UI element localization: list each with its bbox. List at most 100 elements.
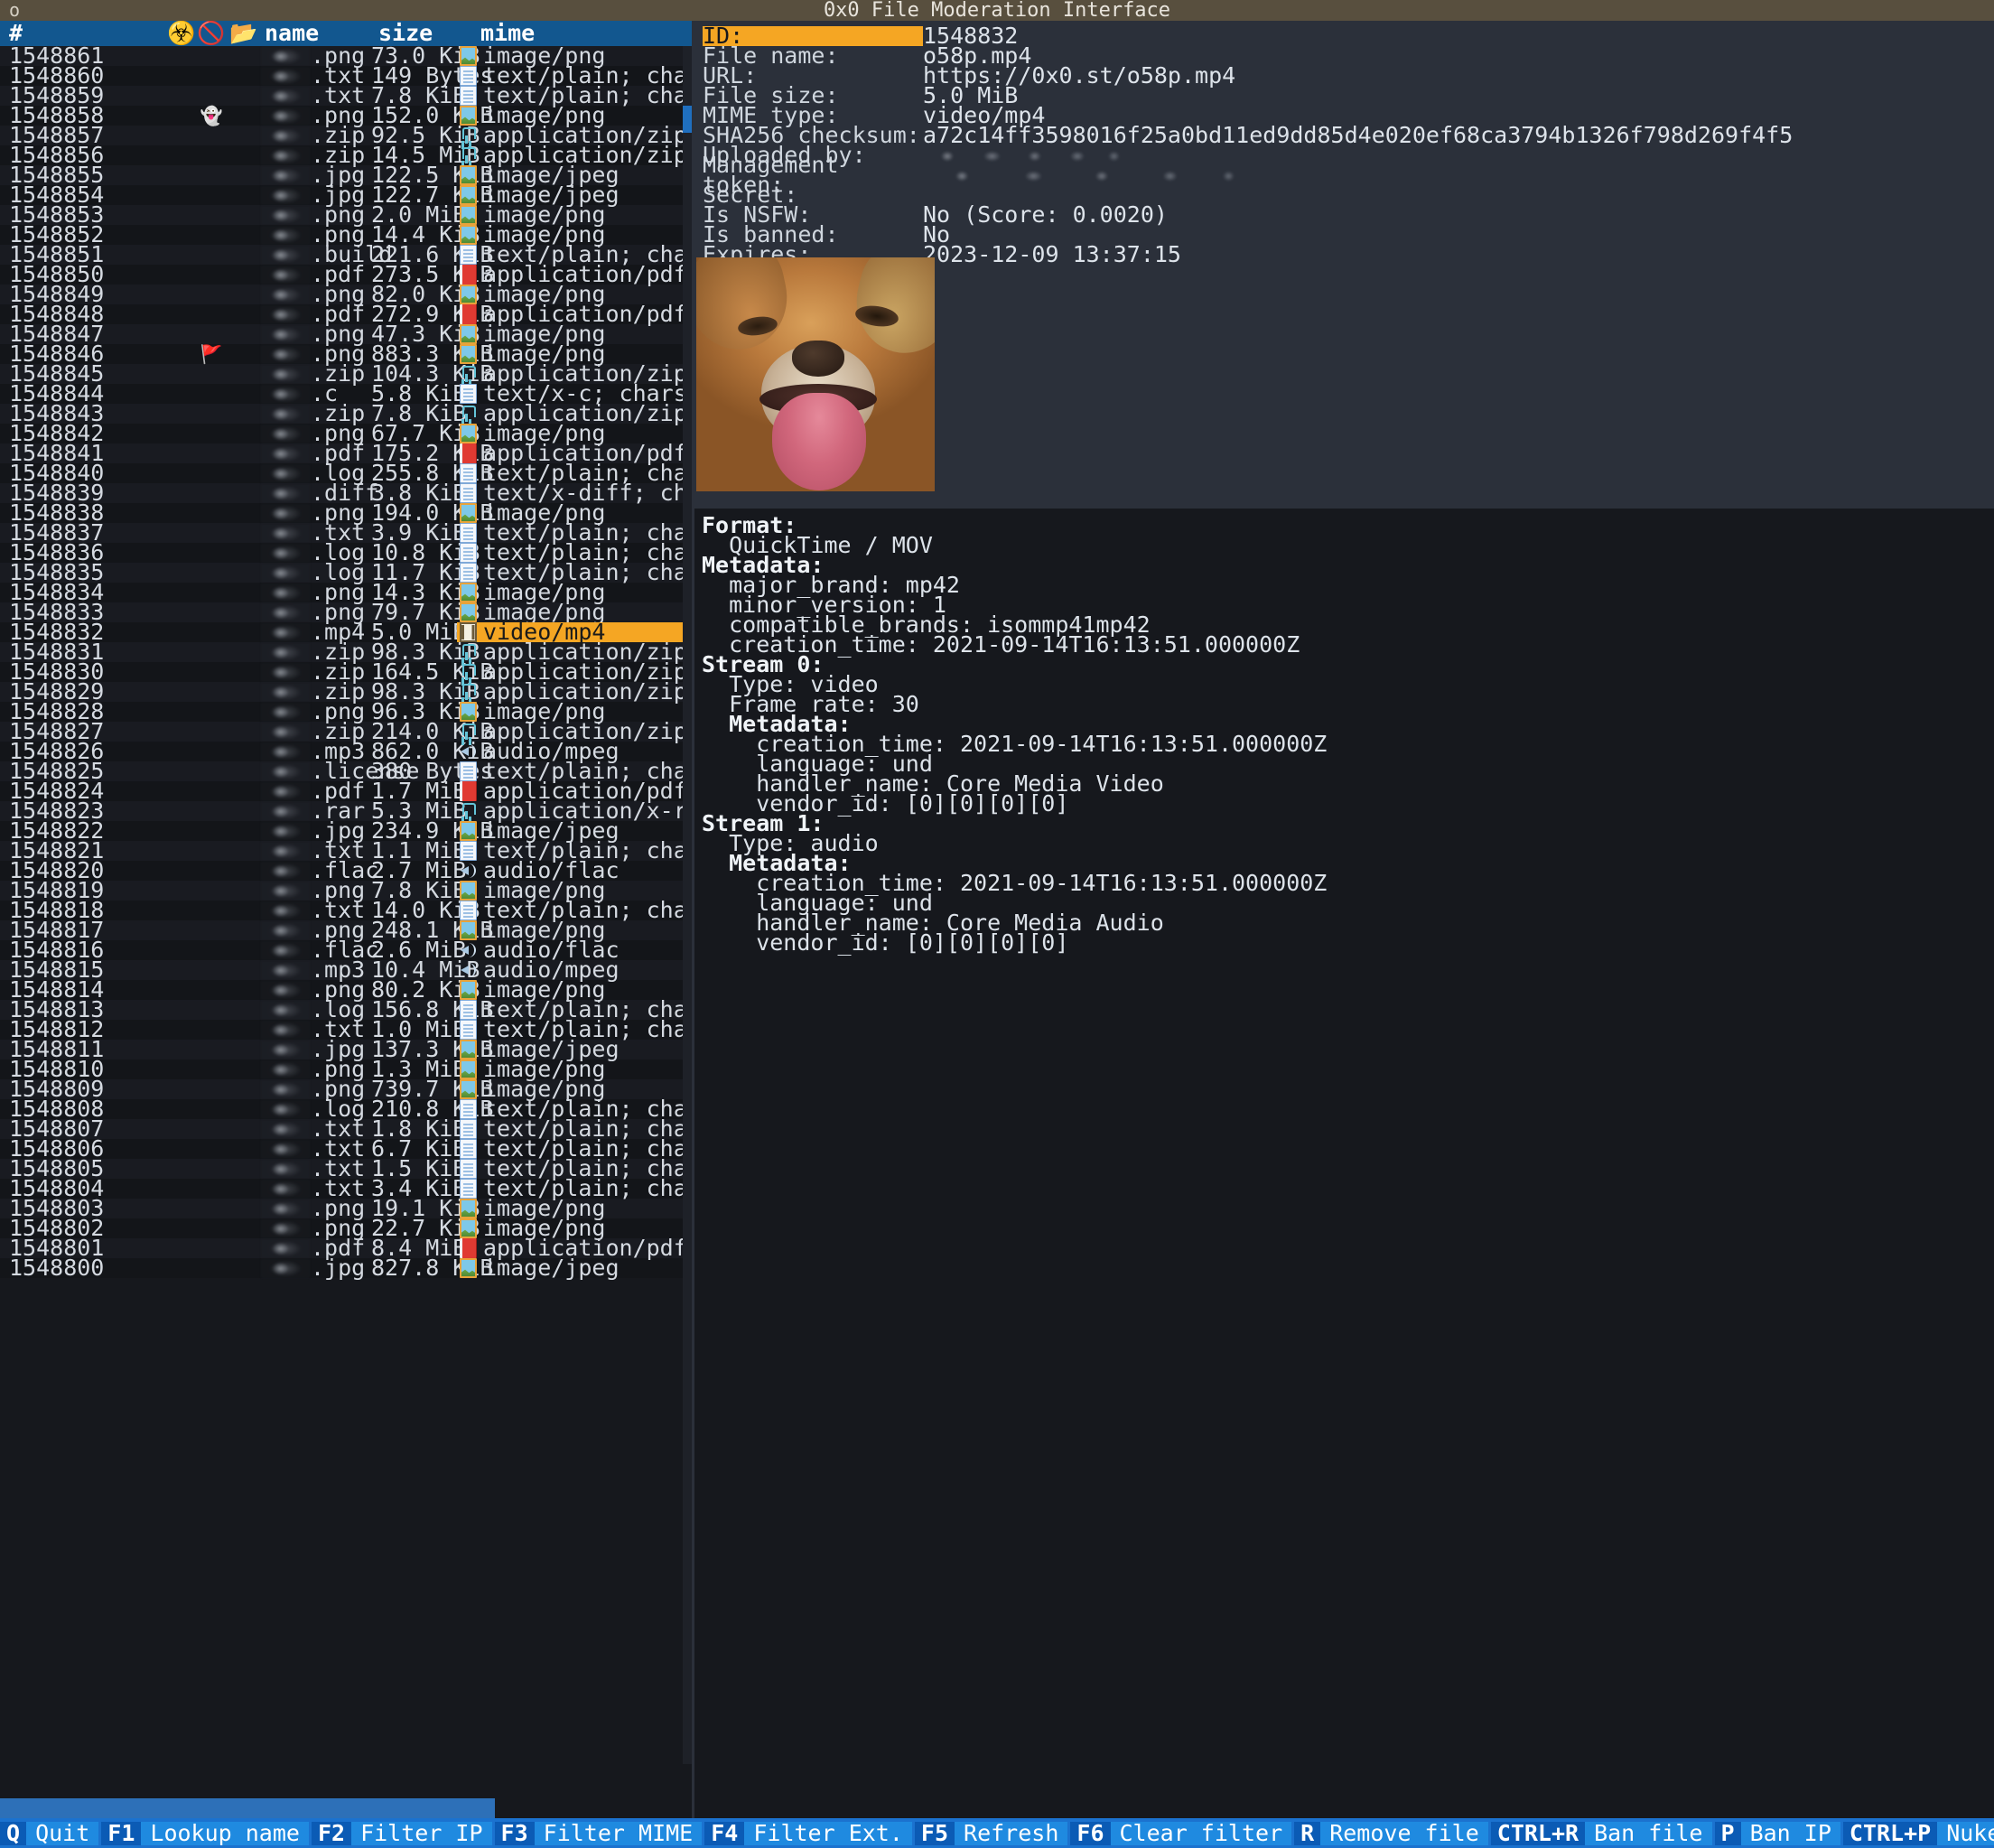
status-bar-action[interactable]: F4Filter Ext. [704,1822,915,1845]
detail-row: Secret: [703,185,1994,205]
status-bar-label[interactable]: Nuke IP [1937,1822,1994,1845]
document-icon [460,523,477,543]
redacted-filename [261,1021,310,1040]
status-bar-label[interactable]: Filter MIME [535,1822,703,1845]
preview-thumbnail[interactable] [696,257,935,491]
redacted-filename [261,862,310,881]
redacted-filename [261,1180,310,1199]
redacted-filename [261,305,310,324]
redacted-filename [261,981,310,1000]
status-bar-action[interactable]: F6Clear filter [1070,1822,1294,1845]
no-entry-icon: 🚫 [196,21,227,46]
status-bar-label[interactable]: Filter Ext. [744,1822,912,1845]
status-bar-key[interactable]: F3 [495,1822,535,1845]
status-bar-label[interactable]: Ban IP [1741,1822,1840,1845]
file-list-progress-strip [0,1798,495,1818]
status-bar-key[interactable]: F4 [704,1822,744,1845]
status-bar-label[interactable]: Remove file [1320,1822,1488,1845]
status-bar-key[interactable]: F1 [101,1822,141,1845]
document-icon [460,384,477,404]
redacted-value [923,147,1126,165]
redacted-filename [261,444,310,463]
biohazard-icon: ☣️ [167,21,196,46]
image-icon [460,980,477,1000]
redacted-filename [261,504,310,523]
status-bar-action[interactable]: F5Refresh [915,1822,1070,1845]
detail-value [923,165,1248,185]
status-bar-action[interactable]: RRemove file [1294,1822,1491,1845]
file-list-rows[interactable]: 1548861.png73.0 KiBimage/png1548860.txt1… [0,46,692,1278]
pdf-icon [460,1238,477,1258]
image-icon [460,602,477,622]
image-icon [460,1258,477,1278]
status-bar-key[interactable]: F2 [312,1822,351,1845]
redacted-filename [261,126,310,145]
redacted-filename [261,583,310,602]
status-bar-label[interactable]: Quit [26,1822,98,1845]
status-bar-action[interactable]: F3Filter MIME [495,1822,705,1845]
status-bar-label[interactable]: Clear filter [1111,1822,1292,1845]
document-icon [460,1000,477,1020]
image-icon [460,344,477,364]
document-icon [460,1159,477,1179]
redacted-filename [261,345,310,364]
redacted-filename [261,226,310,245]
pdf-icon [460,781,477,801]
detail-row: Is NSFW:No (Score: 0.0020) [703,205,1994,225]
status-bar-label[interactable]: Filter IP [351,1822,491,1845]
status-bar-action[interactable]: CTRL+RBan file [1491,1822,1715,1845]
status-bar-label[interactable]: Ban file [1585,1822,1711,1845]
document-icon [460,66,477,86]
file-list-scrollbar-thumb[interactable] [683,106,692,133]
status-bar-key[interactable]: CTRL+R [1491,1822,1585,1845]
image-icon [460,583,477,602]
image-icon [460,503,477,523]
redacted-filename [261,405,310,424]
document-icon [460,841,477,861]
document-icon [460,543,477,563]
status-bar-key[interactable]: P [1715,1822,1741,1845]
redacted-filename [261,1001,310,1020]
status-bar-key[interactable]: R [1294,1822,1320,1845]
redacted-filename [261,1239,310,1258]
table-row[interactable]: 1548800.jpg827.8 KiBimage/jpeg [0,1258,692,1278]
zip-icon [460,722,477,742]
detail-value: a72c14ff3598016f25a0bd11ed9dd85d4e020ef6… [923,126,1793,145]
detail-row: Management token: [703,165,1994,185]
status-bar-key[interactable]: Q [0,1822,26,1845]
status-bar-key[interactable]: F6 [1070,1822,1110,1845]
document-icon [460,761,477,781]
audio-icon [460,960,477,980]
document-icon [460,1179,477,1199]
redacted-filename [261,762,310,781]
window-title: 0x0 File Moderation Interface [0,0,1994,21]
status-bar-action[interactable]: F1Lookup name [101,1822,312,1845]
redacted-filename [261,524,310,543]
redacted-filename [261,603,310,622]
redacted-filename [261,742,310,761]
status-bar-key[interactable]: F5 [915,1822,955,1845]
image-icon [460,1059,477,1079]
redacted-value [923,167,1248,185]
file-list-scrollbar-track[interactable] [683,46,692,1764]
status-bar-action[interactable]: PBan IP [1715,1822,1843,1845]
status-bar-label[interactable]: Refresh [955,1822,1067,1845]
redacted-filename [261,921,310,940]
redacted-filename [261,1041,310,1059]
redacted-filename [261,703,310,722]
redacted-filename [261,67,310,86]
status-bar-action[interactable]: QQuit [0,1822,101,1845]
row-mime: image/jpeg [457,1258,692,1278]
image-icon [460,324,477,344]
status-bar-action[interactable]: F2Filter IP [312,1822,495,1845]
zip-icon [460,801,477,821]
thumbnail-detail [772,393,866,490]
probe-line: vendor_id: [0][0][0][0] [702,794,1994,814]
redacted-filename [261,1060,310,1079]
detail-row: File size:5.0 MiB [703,86,1994,106]
status-bar-label[interactable]: Lookup name [141,1822,309,1845]
image-icon [460,225,477,245]
status-bar-action[interactable]: CTRL+PNuke IP [1843,1822,1994,1845]
main-split: # ☣️ 🚫 📂 name size mime 1548861.png73.0 … [0,21,1994,1818]
status-bar-key[interactable]: CTRL+P [1843,1822,1937,1845]
